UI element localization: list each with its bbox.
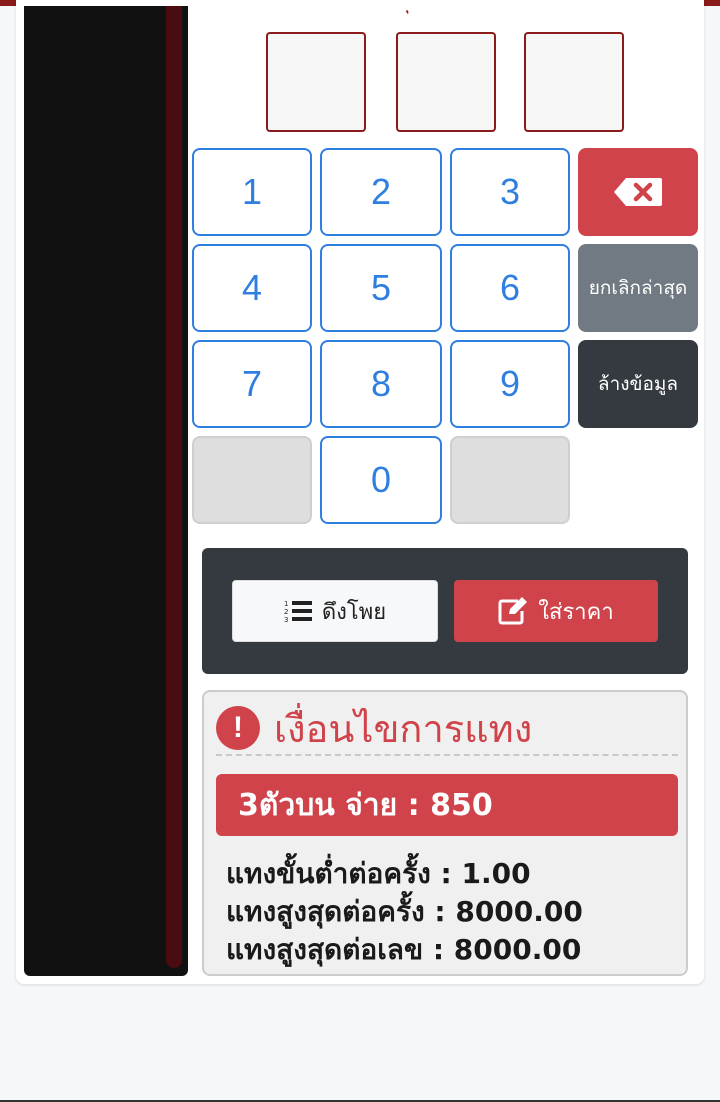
conditions-header: ! เงื่อนไขการแทง: [216, 702, 678, 756]
list-icon: 1 2 3: [284, 600, 312, 623]
key-5[interactable]: 5: [320, 244, 442, 332]
key-1[interactable]: 1: [192, 148, 312, 236]
sidebar-strip: [166, 6, 182, 968]
action-panel: 1 2 3 ดึงโพย ใส่ราคา: [202, 548, 688, 674]
betting-conditions-panel: ! เงื่อนไขการแทง 3ตัวบน จ่าย : 850 แทงขั…: [202, 690, 688, 976]
enter-price-button[interactable]: ใส่ราคา: [454, 580, 658, 642]
key-7[interactable]: 7: [192, 340, 312, 428]
key-0[interactable]: 0: [320, 436, 442, 524]
undo-last-button[interactable]: ยกเลิกล่าสุด: [578, 244, 698, 332]
digit-box-3[interactable]: [524, 32, 624, 132]
key-3[interactable]: 3: [450, 148, 570, 236]
clear-data-button[interactable]: ล้างข้อมูล: [578, 340, 698, 428]
key-2[interactable]: 2: [320, 148, 442, 236]
key-blank-right: [450, 436, 570, 524]
key-6[interactable]: 6: [450, 244, 570, 332]
payout-rate-banner: 3ตัวบน จ่าย : 850: [216, 774, 678, 836]
backspace-button[interactable]: [578, 148, 698, 236]
digit-box-2[interactable]: [396, 32, 496, 132]
edit-icon: [498, 597, 528, 625]
header-glyph: ุ: [402, 0, 416, 12]
sidebar-panel: [24, 6, 188, 976]
pull-ticket-button[interactable]: 1 2 3 ดึงโพย: [232, 580, 438, 642]
key-9[interactable]: 9: [450, 340, 570, 428]
max-per-number-text: แทงสูงสุดต่อเลข : 8000.00: [226, 933, 582, 966]
exclamation-circle-icon: !: [216, 706, 260, 750]
backspace-icon: [614, 178, 662, 206]
svg-text:3: 3: [284, 616, 288, 623]
conditions-title: เงื่อนไขการแทง: [274, 706, 533, 751]
key-4[interactable]: 4: [192, 244, 312, 332]
svg-text:2: 2: [284, 608, 288, 616]
pull-ticket-label: ดึงโพย: [321, 599, 387, 625]
enter-price-label: ใส่ราคา: [538, 599, 614, 625]
key-8[interactable]: 8: [320, 340, 442, 428]
digit-box-1[interactable]: [266, 32, 366, 132]
svg-text:1: 1: [284, 600, 288, 608]
key-blank-left: [192, 436, 312, 524]
